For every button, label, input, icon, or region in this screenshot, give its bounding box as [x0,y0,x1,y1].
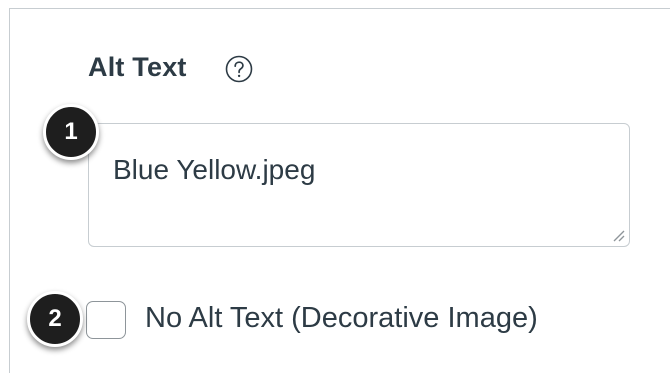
panel-left-border [9,8,10,373]
alt-text-value: Blue Yellow.jpeg [113,154,316,185]
callout-badge-1: 1 [43,104,99,160]
resize-handle-icon[interactable] [611,228,625,242]
no-alt-text-checkbox[interactable] [86,301,126,339]
panel-top-border [9,8,670,9]
question-circle-icon[interactable] [224,54,254,84]
callout-badge-2: 2 [27,291,83,347]
no-alt-text-label[interactable]: No Alt Text (Decorative Image) [145,302,538,335]
alt-text-panel: Alt Text Blue Yellow.jpeg 1 No Alt Text … [0,0,670,373]
alt-text-label: Alt Text [88,52,187,82]
alt-text-textarea[interactable]: Blue Yellow.jpeg [88,123,630,247]
